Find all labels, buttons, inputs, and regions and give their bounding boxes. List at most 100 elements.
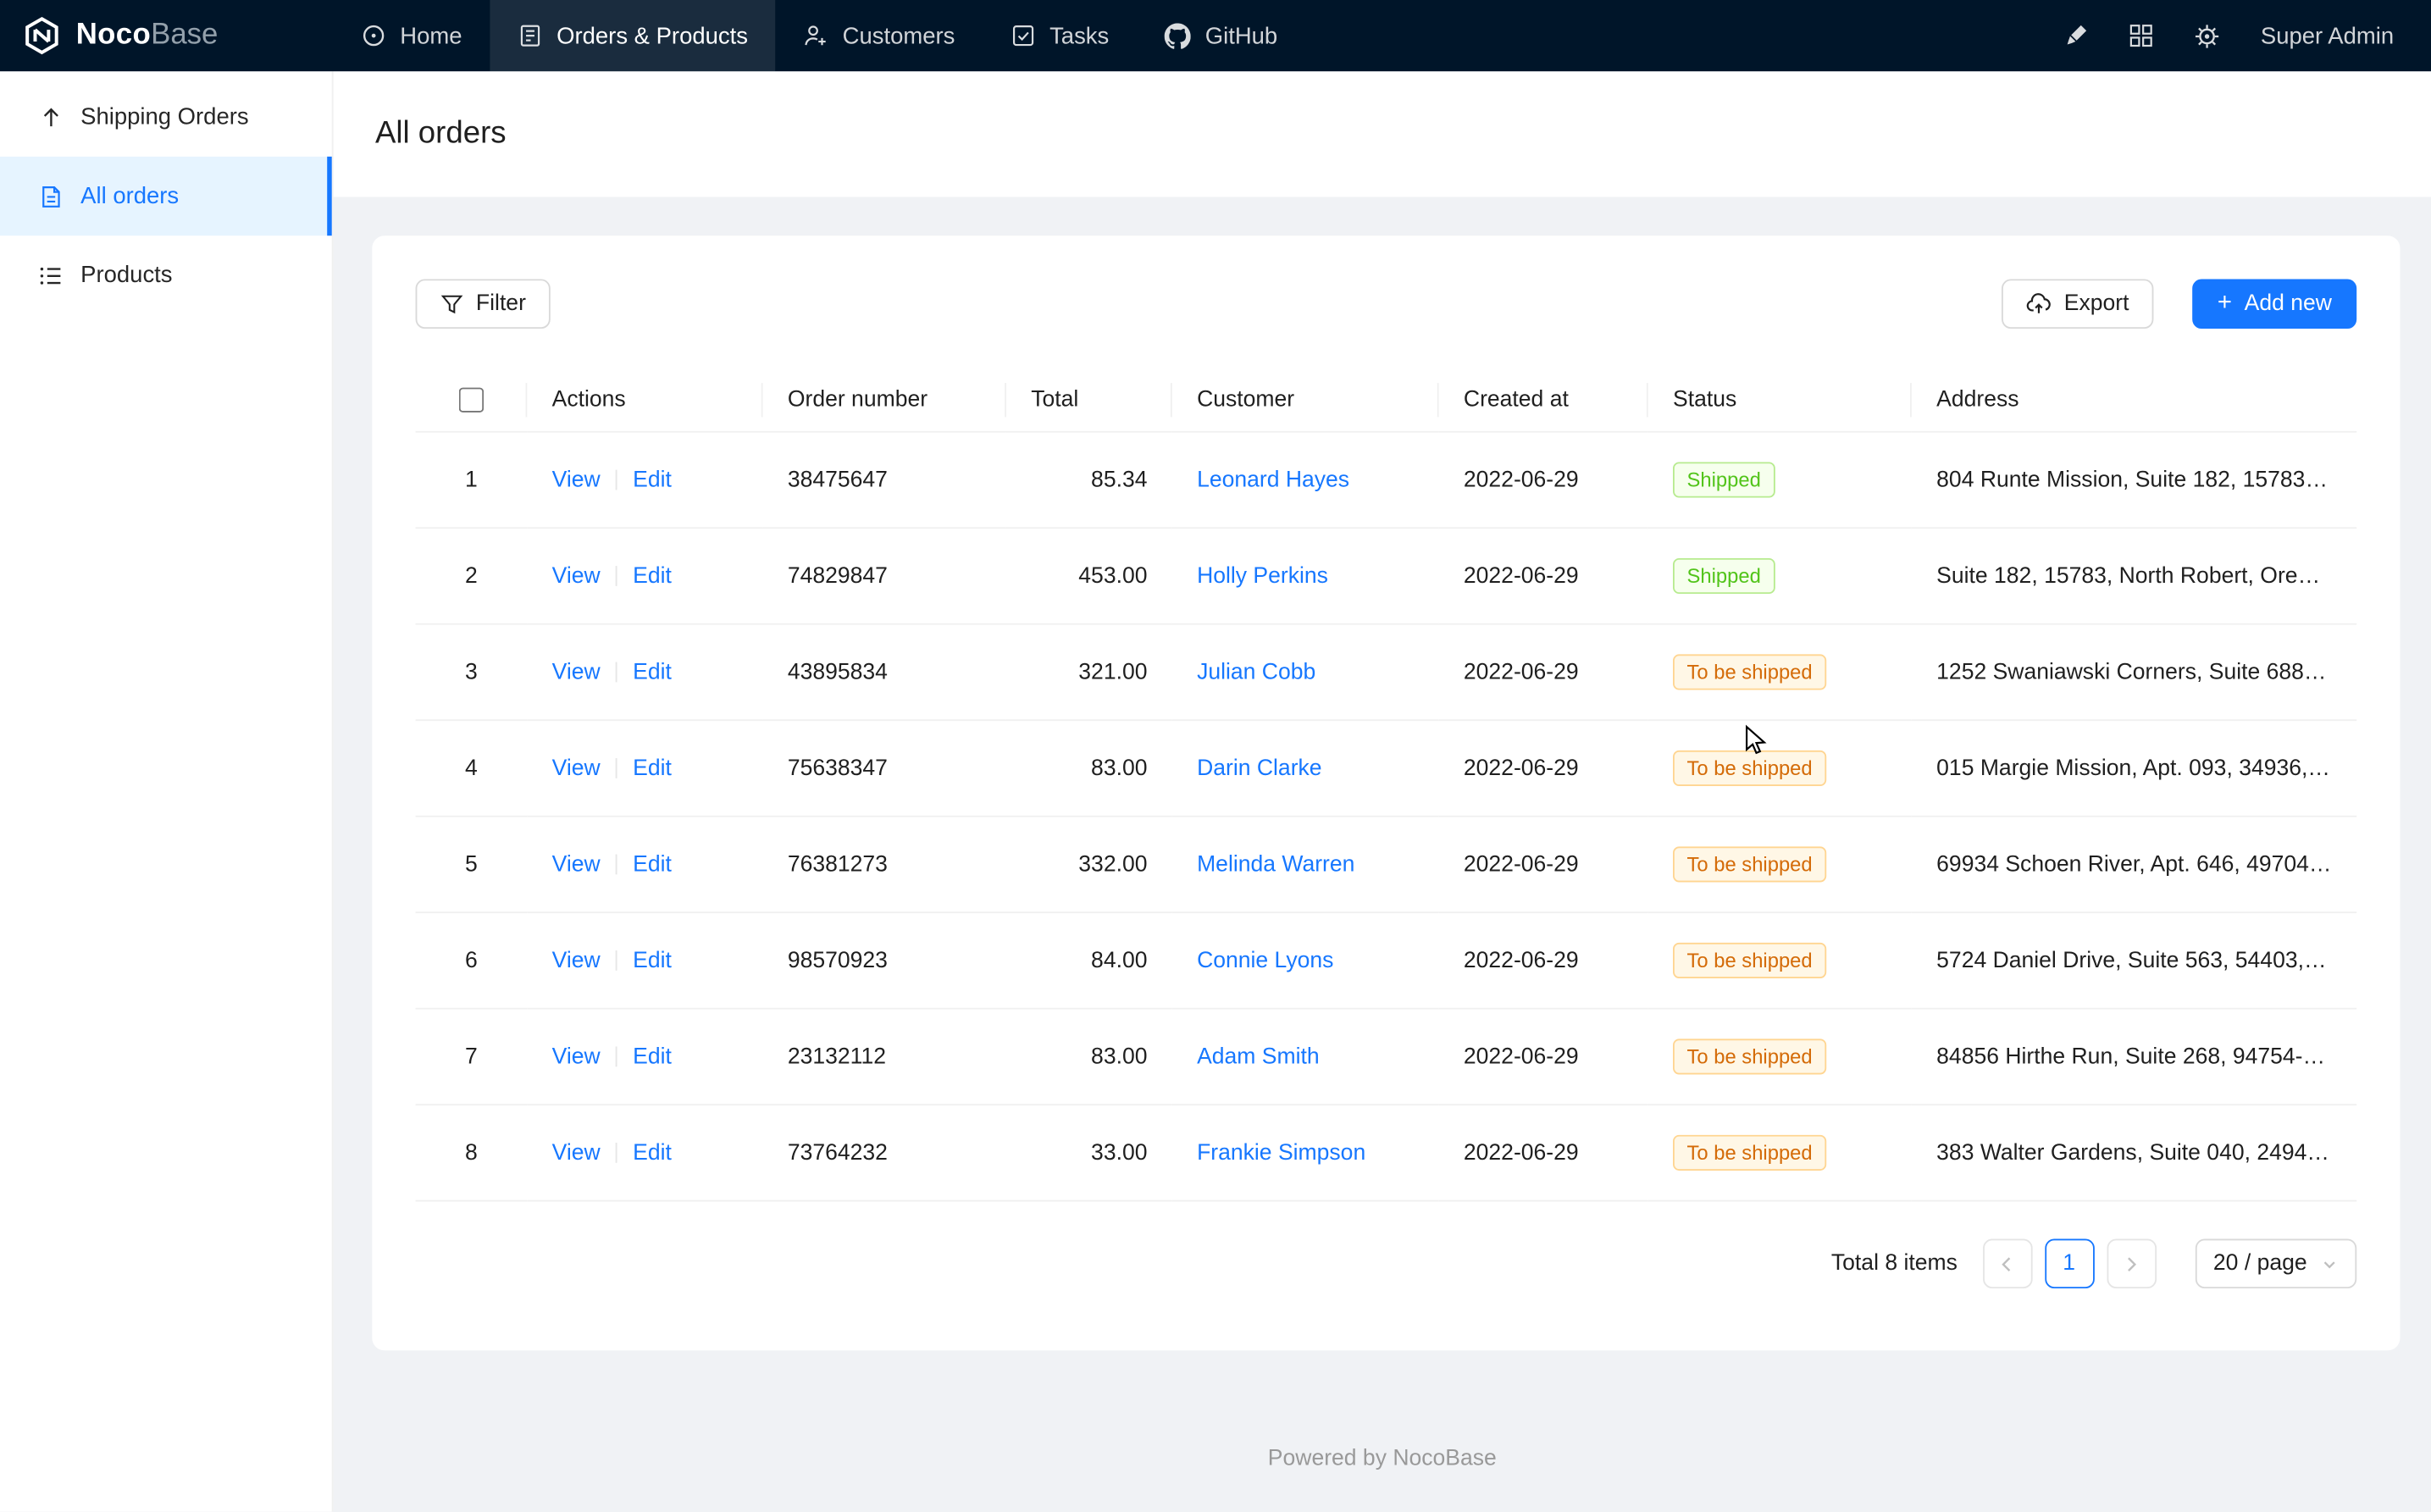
- export-button[interactable]: Export: [2002, 279, 2154, 329]
- order-number-cell: 43895834: [763, 624, 1006, 720]
- sidebar: Shipping Orders All orders Products: [0, 71, 334, 1511]
- customer-link[interactable]: Connie Lyons: [1197, 949, 1333, 973]
- view-link[interactable]: View: [552, 564, 601, 589]
- address-cell: 84856 Hirthe Run, Suite 268, 94754-6705,…: [1912, 1009, 2356, 1105]
- edit-link[interactable]: Edit: [633, 468, 672, 492]
- order-number-cell: 76381273: [763, 817, 1006, 912]
- next-page-button[interactable]: [2107, 1239, 2157, 1289]
- status-cell: To be shipped: [1648, 1009, 1912, 1105]
- table-row: 8 ViewEdit 73764232 33.00 Frankie Simpso…: [416, 1105, 2357, 1200]
- customer-cell: Darin Clarke: [1172, 721, 1439, 817]
- plus-icon: +: [2218, 291, 2232, 315]
- list-icon: [39, 263, 64, 287]
- actions-header: Actions: [527, 369, 762, 432]
- nav-item-orders-products[interactable]: Orders & Products: [490, 0, 776, 71]
- action-divider: [616, 1142, 617, 1162]
- table-row: 3 ViewEdit 43895834 321.00 Julian Cobb 2…: [416, 624, 2357, 720]
- prev-page-button[interactable]: [1982, 1239, 2032, 1289]
- status-cell: Shipped: [1648, 432, 1912, 528]
- page-1-button[interactable]: 1: [2044, 1239, 2094, 1289]
- action-divider: [616, 662, 617, 682]
- highlighter-icon[interactable]: [2063, 23, 2088, 47]
- sidebar-item-all-orders[interactable]: All orders: [0, 157, 332, 235]
- edit-link[interactable]: Edit: [633, 660, 672, 684]
- user-menu[interactable]: Super Admin: [2261, 23, 2394, 49]
- row-index: 1: [416, 432, 528, 528]
- created-at-cell: 2022-06-29: [1439, 817, 1648, 912]
- address-cell: 69934 Schoen River, Apt. 646, 49704, Wal…: [1912, 817, 2356, 912]
- nav-item-label: Home: [400, 23, 462, 49]
- status-badge: To be shipped: [1673, 1039, 1826, 1075]
- sidebar-item-label: Products: [80, 262, 172, 288]
- address-cell: 015 Margie Mission, Apt. 093, 34936, Ebe…: [1912, 721, 2356, 817]
- customer-link[interactable]: Melinda Warren: [1197, 852, 1354, 877]
- gear-icon[interactable]: [2194, 23, 2220, 49]
- nav-item-label: GitHub: [1205, 23, 1277, 49]
- row-index: 3: [416, 624, 528, 720]
- status-badge: Shipped: [1673, 462, 1775, 498]
- action-divider: [616, 469, 617, 490]
- select-all-checkbox[interactable]: [459, 388, 484, 413]
- page-size-select[interactable]: 20 / page: [2195, 1239, 2356, 1289]
- edit-link[interactable]: Edit: [633, 564, 672, 589]
- edit-link[interactable]: Edit: [633, 756, 672, 781]
- address-cell: 804 Runte Mission, Suite 182, 15783, Nor…: [1912, 432, 2356, 528]
- view-link[interactable]: View: [552, 1141, 601, 1166]
- customer-link[interactable]: Adam Smith: [1197, 1044, 1320, 1069]
- view-link[interactable]: View: [552, 949, 601, 973]
- row-index: 8: [416, 1105, 528, 1200]
- customer-link[interactable]: Darin Clarke: [1197, 756, 1322, 781]
- page-header: All orders: [334, 71, 2431, 197]
- view-link[interactable]: View: [552, 660, 601, 684]
- status-header: Status: [1648, 369, 1912, 432]
- view-link[interactable]: View: [552, 756, 601, 781]
- card-toolbar: Filter Export + Add new: [416, 279, 2357, 329]
- status-badge: Shipped: [1673, 558, 1775, 594]
- top-nav: Home Orders & Products Customers Tasks: [334, 0, 1306, 71]
- order-number-cell: 38475647: [763, 432, 1006, 528]
- edit-link[interactable]: Edit: [633, 1044, 672, 1069]
- blocks-icon[interactable]: [2129, 23, 2153, 47]
- table-row: 4 ViewEdit 75638347 83.00 Darin Clarke 2…: [416, 721, 2357, 817]
- export-icon: [2027, 291, 2052, 316]
- address-cell: Suite 182, 15783, North Robert, Oregon, …: [1912, 529, 2356, 624]
- view-link[interactable]: View: [552, 1044, 601, 1069]
- nav-item-customers[interactable]: Customers: [776, 0, 983, 71]
- customer-cell: Adam Smith: [1172, 1009, 1439, 1105]
- nav-item-tasks[interactable]: Tasks: [983, 0, 1137, 71]
- nav-item-home[interactable]: Home: [334, 0, 490, 71]
- customer-link[interactable]: Leonard Hayes: [1197, 468, 1349, 492]
- view-link[interactable]: View: [552, 468, 601, 492]
- filter-button[interactable]: Filter: [416, 279, 551, 329]
- arrow-up-icon: [39, 105, 64, 130]
- view-link[interactable]: View: [552, 852, 601, 877]
- customer-link[interactable]: Julian Cobb: [1197, 660, 1315, 684]
- orders-table-head: Actions Order number Total Customer Crea…: [416, 369, 2357, 432]
- address-cell: 5724 Daniel Drive, Suite 563, 54403, Wen…: [1912, 913, 2356, 1009]
- total-header: Total: [1006, 369, 1172, 432]
- edit-link[interactable]: Edit: [633, 949, 672, 973]
- orders-table-body: 1 ViewEdit 38475647 85.34 Leonard Hayes …: [416, 432, 2357, 1201]
- action-divider: [616, 1046, 617, 1066]
- header-row: Actions Order number Total Customer Crea…: [416, 369, 2357, 432]
- add-new-button[interactable]: + Add new: [2193, 279, 2357, 329]
- status-cell: To be shipped: [1648, 721, 1912, 817]
- total-cell: 83.00: [1006, 721, 1172, 817]
- brand[interactable]: NocoBase: [0, 0, 334, 71]
- add-new-button-label: Add new: [2245, 291, 2332, 316]
- created-at-cell: 2022-06-29: [1439, 913, 1648, 1009]
- select-all-header: [416, 369, 528, 432]
- sidebar-item-shipping-orders[interactable]: Shipping Orders: [0, 78, 332, 157]
- edit-link[interactable]: Edit: [633, 1141, 672, 1166]
- order-number-cell: 75638347: [763, 721, 1006, 817]
- customer-link[interactable]: Frankie Simpson: [1197, 1141, 1365, 1166]
- customer-link[interactable]: Holly Perkins: [1197, 564, 1328, 589]
- row-actions: View Edit: [527, 432, 762, 528]
- pagination: Total 8 items 1 20 / page: [416, 1239, 2357, 1289]
- edit-link[interactable]: Edit: [633, 852, 672, 877]
- sidebar-item-label: All orders: [80, 183, 179, 209]
- order-number-cell: 98570923: [763, 913, 1006, 1009]
- action-divider: [616, 854, 617, 874]
- sidebar-item-products[interactable]: Products: [0, 235, 332, 314]
- nav-item-github[interactable]: GitHub: [1137, 0, 1305, 71]
